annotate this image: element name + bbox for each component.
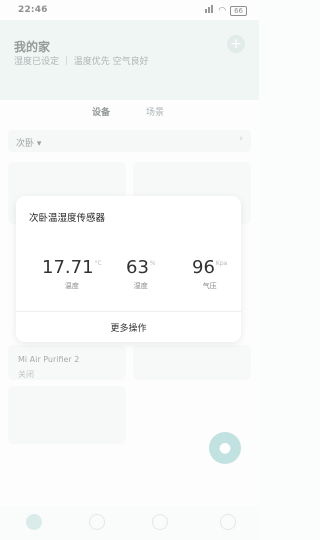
dialog-divider	[16, 311, 241, 312]
pressure-value: 96	[192, 257, 215, 278]
more-actions-button[interactable]: 更多操作	[16, 321, 241, 334]
pressure-label: 气压	[202, 282, 217, 290]
temperature-value: 17.71	[42, 257, 94, 278]
pressure-metric: 96Kpa 气压	[192, 258, 227, 291]
humidity-value: 63	[126, 257, 149, 278]
dialog-title: 次卧温湿度传感器	[29, 213, 106, 224]
temperature-label: 温度	[64, 282, 79, 290]
humidity-metric: 63% 湿度	[126, 258, 156, 291]
sensor-dialog: 次卧温湿度传感器 17.71°C 温度 63% 湿度 96Kpa 气压 更多操作	[16, 196, 241, 342]
humidity-label: 湿度	[133, 282, 148, 290]
humidity-unit: %	[149, 260, 156, 267]
temperature-unit: °C	[94, 260, 102, 267]
temperature-metric: 17.71°C 温度	[42, 258, 102, 291]
pressure-unit: Kpa	[215, 260, 228, 267]
